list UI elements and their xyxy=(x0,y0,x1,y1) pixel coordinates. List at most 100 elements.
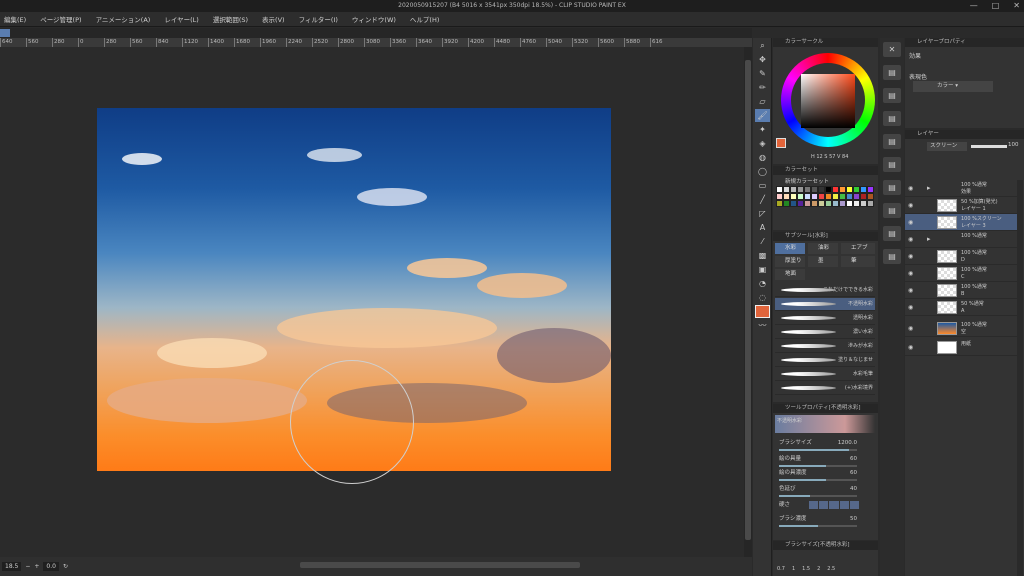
correct-tool-icon[interactable]: ◌ xyxy=(755,291,770,304)
brush-preset[interactable]: これだけでできる水彩 xyxy=(775,284,875,297)
visibility-eye-icon[interactable]: ◉ xyxy=(908,270,913,277)
current-color-swatch[interactable] xyxy=(776,138,786,148)
zoom-field[interactable]: 18.5 xyxy=(2,562,22,571)
layer-row[interactable]: ◉ 50 %通常 A xyxy=(905,299,1017,316)
layer-row-sky[interactable]: ◉ 100 %通常空 xyxy=(905,320,1017,337)
color-swatch[interactable] xyxy=(832,200,839,207)
material-icon[interactable]: ▤ xyxy=(883,134,901,149)
subtool-impasto[interactable]: 厚塗り xyxy=(775,256,805,267)
blend-tool-icon[interactable]: ◍ xyxy=(755,151,770,164)
menu-page[interactable]: ページ管理(P) xyxy=(40,14,81,24)
prop-color-stretch-slider[interactable] xyxy=(779,495,857,497)
brush-preset[interactable]: (+)水彩境界 xyxy=(775,382,875,395)
move-tool-icon[interactable]: ✥ xyxy=(755,53,770,66)
minimize-button[interactable]: — xyxy=(970,0,978,12)
material-icon[interactable]: ▤ xyxy=(883,65,901,80)
color-swatch[interactable] xyxy=(797,193,804,200)
color-swatch[interactable] xyxy=(790,200,797,207)
color-swatch[interactable] xyxy=(867,200,874,207)
color-swatch[interactable] xyxy=(783,200,790,207)
brush-preset[interactable]: 透明水彩 xyxy=(775,312,875,325)
brush-size-preset[interactable]: 0.7 xyxy=(777,566,785,572)
brush-preset[interactable]: 滲みが水彩 xyxy=(775,340,875,353)
figure-tool-icon[interactable]: ◸ xyxy=(755,207,770,220)
layer-row-folder[interactable]: ◉ ▸ 100 %通常 xyxy=(905,231,1017,248)
color-swatch[interactable] xyxy=(846,186,853,193)
visibility-eye-icon[interactable]: ◉ xyxy=(908,202,913,209)
material-icon[interactable]: ▤ xyxy=(883,180,901,195)
angle-field[interactable]: 0.0 xyxy=(43,562,59,571)
color-swatch[interactable] xyxy=(804,186,811,193)
layer-row-paper[interactable]: ◉ 用紙 xyxy=(905,339,1017,356)
layer-row[interactable]: ◉ 100 %通常 D xyxy=(905,248,1017,265)
fill-tool-icon[interactable]: ◈ xyxy=(755,137,770,150)
navigator-icon[interactable]: ✕ xyxy=(883,42,901,57)
line-tool-icon[interactable]: ╱ xyxy=(755,193,770,206)
layer-row[interactable]: ◉ 100 %通常 C xyxy=(905,265,1017,282)
brush-size-preset[interactable]: 2.5 xyxy=(827,566,835,572)
layer-scrollbar[interactable] xyxy=(1017,180,1023,576)
menu-filter[interactable]: フィルター(I) xyxy=(299,14,338,24)
color-swatch[interactable] xyxy=(832,186,839,193)
color-swatch[interactable] xyxy=(839,186,846,193)
material-icon[interactable]: ▤ xyxy=(883,88,901,103)
brush-size-preset[interactable]: 1.5 xyxy=(802,566,810,572)
blend-mode-select[interactable]: スクリーン xyxy=(927,142,967,151)
prop-paint-density[interactable]: 絵の具濃度 60 xyxy=(779,468,867,478)
zoom-in-button[interactable]: + xyxy=(34,563,39,570)
color-swatch[interactable] xyxy=(811,186,818,193)
subtool-ink[interactable]: 墨 xyxy=(808,256,838,267)
visibility-eye-icon[interactable]: ◉ xyxy=(908,325,913,332)
color-swatch[interactable] xyxy=(825,200,832,207)
color-swatch[interactable] xyxy=(776,193,783,200)
color-swatch[interactable] xyxy=(860,200,867,207)
visibility-eye-icon[interactable]: ◉ xyxy=(908,219,913,226)
prop-paint-amount-slider[interactable] xyxy=(779,465,857,467)
color-swatch[interactable] xyxy=(811,193,818,200)
pattern-tool-icon[interactable]: ▩ xyxy=(755,249,770,262)
color-swatch[interactable] xyxy=(860,193,867,200)
vertical-scroll-thumb[interactable] xyxy=(745,60,751,540)
main-color-swatch[interactable] xyxy=(755,305,770,318)
eyedropper-tool-icon[interactable]: ⁄ xyxy=(755,235,770,248)
material-icon[interactable]: ▤ xyxy=(883,249,901,264)
color-swatch[interactable] xyxy=(804,193,811,200)
menu-help[interactable]: ヘルプ(H) xyxy=(410,14,439,24)
airbrush-tool-icon[interactable]: ✦ xyxy=(755,123,770,136)
color-swatch[interactable] xyxy=(797,186,804,193)
color-swatch[interactable] xyxy=(825,193,832,200)
expression-color-select[interactable]: カラー ▾ xyxy=(913,81,993,92)
color-swatch[interactable] xyxy=(825,186,832,193)
brush-preset[interactable]: 濃い水彩 xyxy=(775,326,875,339)
saturation-value-square[interactable] xyxy=(801,74,855,128)
layer-row-folder-effects[interactable]: ◉ ▸ 100 %通常 効果 xyxy=(905,180,1017,197)
brush-tool-icon[interactable]: 🖌 xyxy=(755,109,770,122)
material-icon[interactable]: ▤ xyxy=(883,203,901,218)
zoom-out-button[interactable]: − xyxy=(25,563,30,570)
opacity-value[interactable]: 100 xyxy=(1008,142,1019,148)
color-swatch[interactable] xyxy=(867,193,874,200)
frame-tool-icon[interactable]: ▣ xyxy=(755,263,770,276)
subtool-ground[interactable]: 地面 xyxy=(775,269,805,280)
prop-hardness-steps[interactable] xyxy=(809,501,860,509)
color-swatch[interactable] xyxy=(839,193,846,200)
color-swatch[interactable] xyxy=(776,200,783,207)
visibility-eye-icon[interactable]: ◉ xyxy=(908,344,913,351)
prop-brush-density[interactable]: ブラシ濃度 50 xyxy=(779,514,867,524)
brush-preset[interactable]: 水彩毛筆 xyxy=(775,368,875,381)
rotate-icon[interactable]: ↻ xyxy=(63,563,68,570)
menu-animation[interactable]: アニメーション(A) xyxy=(96,14,151,24)
color-set-grid[interactable] xyxy=(776,186,874,216)
subtool-airbrush[interactable]: エアブ xyxy=(841,243,875,254)
prop-brush-size[interactable]: ブラシサイズ 1200.0 xyxy=(779,438,867,448)
menu-selection[interactable]: 選択範囲(S) xyxy=(213,14,248,24)
layer-row[interactable]: ◉ 100 %通常 B xyxy=(905,282,1017,299)
color-swatch[interactable] xyxy=(804,200,811,207)
maximize-button[interactable]: □ xyxy=(992,0,1000,12)
color-swatch[interactable] xyxy=(853,200,860,207)
color-swatch[interactable] xyxy=(846,200,853,207)
visibility-eye-icon[interactable]: ◉ xyxy=(908,253,913,260)
color-swatch[interactable] xyxy=(776,186,783,193)
prop-color-stretch[interactable]: 色延び 40 xyxy=(779,484,867,494)
color-swatch[interactable] xyxy=(853,193,860,200)
